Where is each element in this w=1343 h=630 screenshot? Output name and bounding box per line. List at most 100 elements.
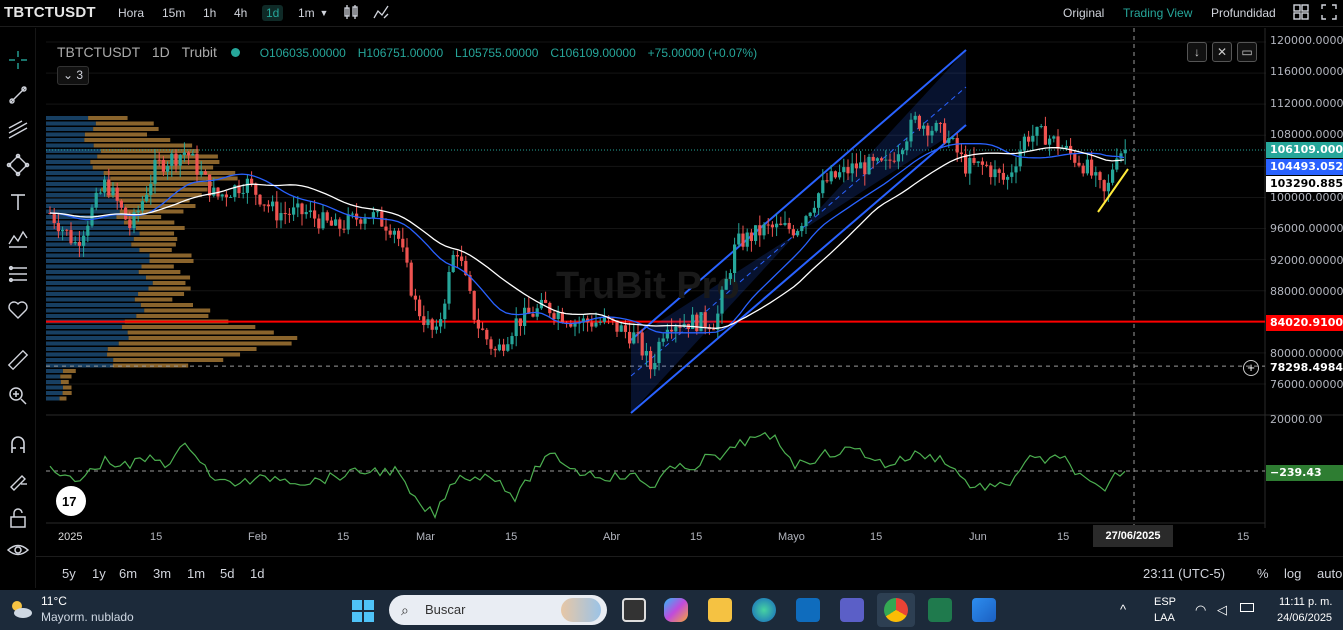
crosshair-icon[interactable] xyxy=(6,48,30,72)
photos-icon[interactable] xyxy=(972,598,996,622)
battery-icon[interactable] xyxy=(1240,603,1254,612)
last-price-tag: 106109.00000 xyxy=(1266,142,1343,158)
candle-body xyxy=(749,232,753,241)
candle-body xyxy=(82,235,86,246)
indicators-collapse-button[interactable]: ⌄ 3 xyxy=(57,66,89,85)
clock-time[interactable]: 11:11 p. m. xyxy=(1279,596,1332,608)
fullscreen-icon[interactable] xyxy=(1320,4,1338,22)
windows-start-icon[interactable] xyxy=(352,600,374,622)
timezone-clock[interactable]: 23:11 (UTC-5) xyxy=(1143,566,1225,581)
volume-profile-bar xyxy=(46,259,150,263)
magnet-icon[interactable] xyxy=(6,433,30,457)
range-5d[interactable]: 5d xyxy=(220,566,234,581)
candle-body xyxy=(69,230,73,244)
text-icon[interactable] xyxy=(6,190,30,214)
candle-body xyxy=(136,210,140,213)
candle-body xyxy=(300,203,304,215)
percent-toggle[interactable]: % xyxy=(1257,566,1269,581)
parallel-channel-icon[interactable] xyxy=(6,118,30,142)
forecast-icon[interactable] xyxy=(6,226,30,250)
project-icon[interactable] xyxy=(928,598,952,622)
range-3m[interactable]: 3m xyxy=(153,566,171,581)
timeframe-1m[interactable]: 1m xyxy=(298,6,315,20)
candle-body xyxy=(1010,172,1014,177)
candle-body xyxy=(296,203,300,208)
clock-date[interactable]: 24/06/2025 xyxy=(1277,612,1332,624)
zoom-in-icon[interactable] xyxy=(6,384,30,408)
wifi-icon[interactable]: ◠ xyxy=(1195,602,1206,618)
chrome-icon[interactable] xyxy=(884,598,908,622)
range-1m[interactable]: 1m xyxy=(187,566,205,581)
candle-body xyxy=(145,194,149,202)
log-toggle[interactable]: log xyxy=(1284,566,1301,581)
candle-body xyxy=(405,247,409,263)
time-axis-label: 15 xyxy=(337,531,350,543)
candle-body xyxy=(947,138,951,143)
gann-fib-icon[interactable] xyxy=(6,262,30,286)
volume-profile-bar xyxy=(144,308,211,313)
edge-browser-icon[interactable] xyxy=(752,598,776,622)
outlook-icon[interactable] xyxy=(796,598,820,622)
symbol-title[interactable]: TBTCTUSDT xyxy=(4,4,96,21)
legend-change: +75.00000 (+0.07%) xyxy=(647,46,758,60)
candle-body xyxy=(434,326,438,330)
task-view-icon[interactable] xyxy=(622,598,646,622)
weather-temperature[interactable]: 11°C xyxy=(41,594,67,608)
timeframe-15m[interactable]: 15m xyxy=(162,6,185,20)
timeframe-4h[interactable]: 4h xyxy=(234,6,247,20)
add-alert-icon[interactable]: + xyxy=(1243,360,1259,376)
lock-icon[interactable] xyxy=(6,506,30,530)
indicators-icon[interactable] xyxy=(372,4,390,22)
volume-profile-bar xyxy=(128,336,298,340)
chevron-up-icon[interactable]: ^ xyxy=(1120,602,1126,617)
favorites-heart-icon[interactable] xyxy=(6,298,30,322)
candle-body xyxy=(787,222,791,230)
candle-body xyxy=(644,351,648,356)
maximize-icon[interactable]: ▭ xyxy=(1237,42,1257,62)
eye-icon[interactable] xyxy=(6,538,30,562)
trend-line-icon[interactable] xyxy=(6,83,30,107)
volume-profile-bar xyxy=(46,325,123,329)
language-code[interactable]: ESP xyxy=(1154,596,1176,608)
view-depth[interactable]: Profundidad xyxy=(1211,6,1276,20)
teams-icon[interactable] xyxy=(840,598,864,622)
view-trading-view[interactable]: Trading View xyxy=(1123,6,1192,20)
range-1y[interactable]: 1y xyxy=(92,566,106,581)
auto-toggle[interactable]: auto xyxy=(1317,566,1342,581)
copilot-icon[interactable] xyxy=(664,598,688,622)
candle-body xyxy=(308,210,312,213)
candle-body xyxy=(224,194,228,198)
price-chart[interactable]: TruBit Pro 17 xyxy=(36,28,1343,556)
pattern-icon[interactable] xyxy=(6,153,30,177)
file-explorer-icon[interactable] xyxy=(708,598,732,622)
candlestick-type-icon[interactable] xyxy=(342,4,360,22)
view-original[interactable]: Original xyxy=(1063,6,1104,20)
range-6m[interactable]: 6m xyxy=(119,566,137,581)
timeframe-1h[interactable]: 1h xyxy=(203,6,216,20)
range-5y[interactable]: 5y xyxy=(62,566,76,581)
time-axis-label: 15 xyxy=(1237,531,1250,543)
lock-drawing-icon[interactable] xyxy=(6,468,30,492)
ruler-icon[interactable] xyxy=(6,348,30,372)
collapse-icon[interactable]: ✕ xyxy=(1212,42,1232,62)
weather-description[interactable]: Mayorm. nublado xyxy=(41,610,134,624)
keyboard-layout[interactable]: LAA xyxy=(1154,612,1175,624)
timeframe-hora[interactable]: Hora xyxy=(118,6,144,20)
chevron-down-icon[interactable]: ▼ xyxy=(315,4,333,22)
taskbar-search-input[interactable]: ⌕ Buscar xyxy=(389,595,607,625)
volume-profile-bar xyxy=(149,253,192,258)
candle-body xyxy=(863,162,867,175)
timeframe-1d[interactable]: 1d xyxy=(262,5,284,21)
candle-body xyxy=(653,363,657,370)
volume-profile-bar xyxy=(97,154,218,159)
candle-body xyxy=(1073,153,1077,163)
volume-profile-bar xyxy=(46,303,141,307)
candle-body xyxy=(1056,136,1060,149)
candle-body xyxy=(250,178,254,184)
range-1d[interactable]: 1d xyxy=(250,566,264,581)
volume-icon[interactable]: ◁ xyxy=(1217,602,1227,618)
layout-grid-icon[interactable] xyxy=(1292,4,1310,22)
candle-body xyxy=(199,171,203,175)
candle-body xyxy=(329,220,333,226)
arrow-down-icon[interactable]: ↓ xyxy=(1187,42,1207,62)
